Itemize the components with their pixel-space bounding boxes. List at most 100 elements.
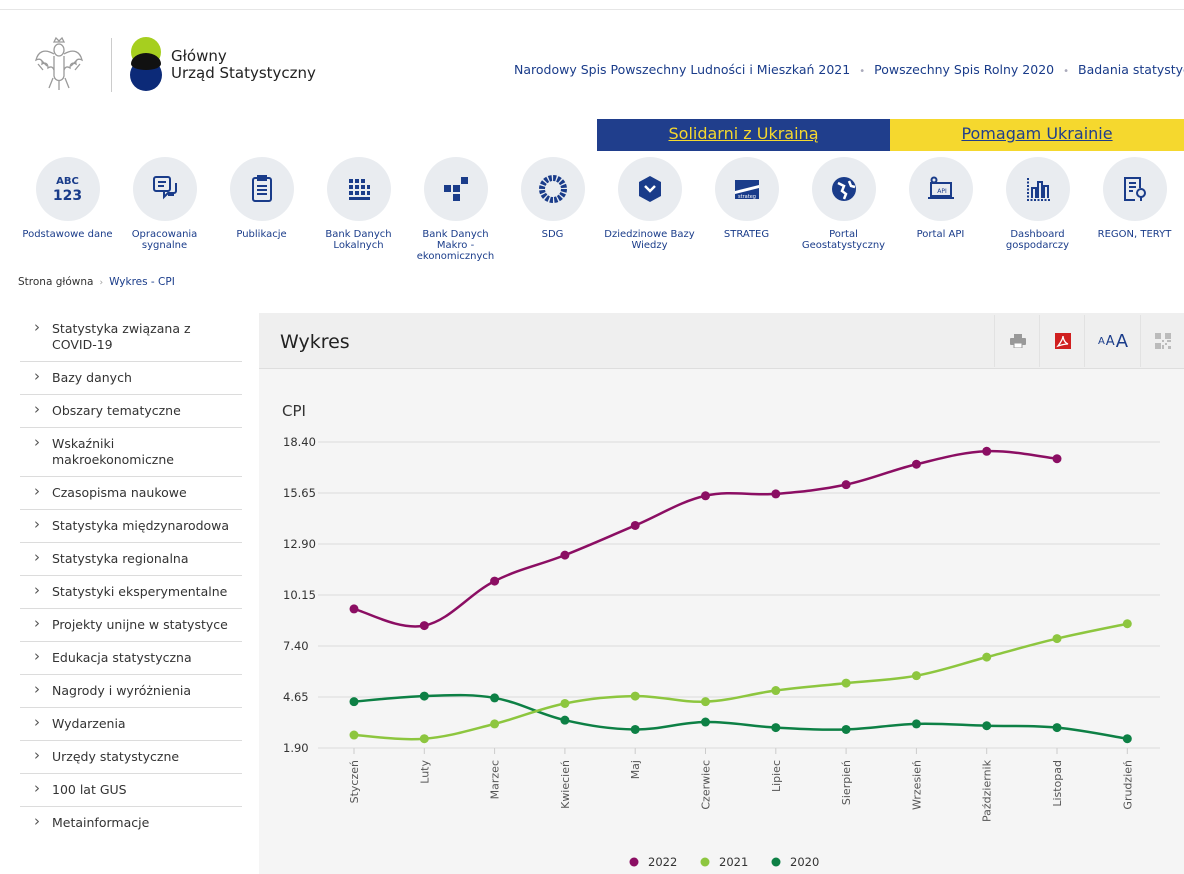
y-tick-label: 18.40: [283, 435, 316, 449]
quick-link-geostat[interactable]: Portal Geostatystyczny: [795, 157, 892, 251]
abc-123-icon: ABC 123: [35, 157, 100, 221]
logo-line1: Główny: [171, 47, 227, 65]
data-point-2020: [349, 697, 359, 707]
quick-link-label: Opracowania sygnalne: [131, 229, 198, 251]
data-point-2021: [560, 698, 570, 708]
gus-logo-text[interactable]: Główny Urząd Statystyczny: [171, 48, 316, 82]
font-size-medium[interactable]: A: [1106, 334, 1115, 349]
sdg-wheel-icon: [520, 157, 585, 221]
quick-link-podstawowe-dane[interactable]: ABC 123 Podstawowe dane: [19, 157, 116, 240]
top-navigation: Narodowy Spis Powszechny Ludności i Mies…: [514, 62, 1184, 77]
sidebar-item-wydarzenia[interactable]: Wydarzenia: [20, 708, 242, 741]
data-point-2021: [982, 652, 992, 662]
x-tick-label: Luty: [418, 760, 431, 784]
sidebar-item-obszary[interactable]: Obszary tematyczne: [20, 395, 242, 428]
x-tick-label: Czerwiec: [700, 760, 713, 810]
quick-link-dashboard[interactable]: Dashboard gospodarczy: [989, 157, 1086, 251]
quick-link-sdg[interactable]: SDG: [504, 157, 601, 240]
x-tick-label: Wrzesień: [910, 760, 923, 810]
sidebar-item-urzedy[interactable]: Urzędy statystyczne: [20, 741, 242, 774]
gus-logo-icon: [130, 37, 162, 91]
quick-link-dbw[interactable]: Dziedzinowe Bazy Wiedzy: [601, 157, 698, 251]
data-point-2021: [841, 678, 851, 688]
pdf-icon: [1054, 333, 1071, 349]
qr-code-icon: [1155, 333, 1171, 349]
data-point-2021: [1122, 619, 1132, 629]
quick-link-bdm[interactable]: Bank Danych Makro - ekonomicznych: [407, 157, 504, 262]
x-tick-label: Marzec: [489, 760, 502, 799]
legend-marker-2020: [771, 857, 781, 867]
quick-link-opracowania[interactable]: Opracowania sygnalne: [116, 157, 213, 251]
sidebar-item-eksperymentalne[interactable]: Statystyki eksperymentalne: [20, 576, 242, 609]
data-point-2021: [911, 671, 921, 681]
print-button[interactable]: [994, 315, 1040, 367]
sidebar-item-regionalna[interactable]: Statystyka regionalna: [20, 543, 242, 576]
data-point-2022: [630, 520, 640, 530]
y-tick-label: 4.65: [283, 690, 309, 704]
quick-link-label: Portal API: [916, 229, 965, 240]
data-point-2021: [771, 686, 781, 696]
quick-link-api[interactable]: API Portal API: [892, 157, 989, 240]
legend-marker-2022: [629, 857, 639, 867]
top-divider: [0, 9, 1184, 10]
font-size-controls: AAA: [1084, 315, 1141, 367]
data-point-2022: [419, 621, 429, 631]
legend-label-2020: 2020: [790, 855, 819, 869]
data-point-2022: [1052, 454, 1062, 464]
chevron-right-icon: ›: [99, 278, 104, 288]
quick-link-strateg[interactable]: strateg STRATEG: [698, 157, 795, 240]
quick-link-label: Bank Danych Makro - ekonomicznych: [416, 229, 495, 262]
x-tick-label: Listopad: [1051, 760, 1064, 807]
sidebar-item-projekty-unijne[interactable]: Projekty unijne w statystyce: [20, 609, 242, 642]
pomagam-link[interactable]: Pomagam Ukrainie: [961, 124, 1112, 143]
sidebar-item-miedzynarodowa[interactable]: Statystyka międzynarodowa: [20, 510, 242, 543]
nav-nsp-2021[interactable]: Narodowy Spis Powszechny Ludności i Mies…: [514, 62, 850, 77]
nav-psr-2020[interactable]: Powszechny Spis Rolny 2020: [874, 62, 1054, 77]
strateg-logo-icon: strateg: [714, 157, 779, 221]
x-tick-label: Sierpień: [840, 760, 853, 805]
series-line-2021: [353, 622, 1128, 741]
data-point-2022: [771, 489, 781, 499]
sidebar-item-czasopisma[interactable]: Czasopisma naukowe: [20, 477, 242, 510]
y-tick-label: 12.90: [283, 537, 316, 551]
printer-icon: [1009, 334, 1026, 348]
sidebar-item-100-lat[interactable]: 100 lat GUS: [20, 774, 242, 807]
quick-link-label: SDG: [541, 229, 564, 240]
x-tick-label: Październik: [981, 759, 994, 822]
y-tick-label: 15.65: [283, 486, 316, 500]
font-size-large[interactable]: A: [1116, 331, 1128, 352]
font-size-small[interactable]: A: [1098, 336, 1105, 347]
solidarni-link[interactable]: Solidarni z Ukrainą: [669, 124, 819, 143]
y-tick-label: 10.15: [283, 588, 316, 602]
data-point-2021: [419, 734, 429, 744]
sidebar-item-bazy-danych[interactable]: Bazy danych: [20, 362, 242, 395]
sidebar-item-covid[interactable]: Statystyka związana z COVID-19: [20, 313, 242, 362]
svg-text:API: API: [937, 188, 947, 195]
sidebar-item-nagrody[interactable]: Nagrody i wyróżnienia: [20, 675, 242, 708]
sidebar-item-metainformacje[interactable]: Metainformacje: [20, 807, 242, 839]
quick-link-regon[interactable]: REGON, TERYT: [1086, 157, 1183, 240]
nav-badania[interactable]: Badania statystyczne: [1078, 62, 1184, 77]
y-tick-label: 1.90: [283, 741, 309, 755]
breadcrumb-home[interactable]: Strona główna: [18, 276, 93, 288]
quick-link-bdl[interactable]: Bank Danych Lokalnych: [310, 157, 407, 251]
sidebar-item-wskazniki[interactable]: Wskaźniki makroekonomiczne: [20, 428, 242, 477]
cpi-line-chart: 1.90 4.65 7.40 10.15 12.90 15.65 18.40 Styczeń…: [283, 435, 1160, 869]
data-point-2021: [490, 719, 500, 729]
quick-link-publikacje[interactable]: Publikacje: [213, 157, 310, 240]
quick-link-label: Portal Geostatystyczny: [801, 229, 886, 251]
x-tick-label: Maj: [629, 760, 642, 779]
chart-title: CPI: [282, 402, 306, 420]
qr-code-button[interactable]: [1140, 315, 1184, 367]
sidebar-item-edukacja[interactable]: Edukacja statystyczna: [20, 642, 242, 675]
quick-link-label: Bank Danych Lokalnych: [325, 229, 392, 251]
pdf-button[interactable]: [1039, 315, 1085, 367]
data-point-2022: [560, 550, 570, 560]
panel-title: Wykres: [280, 331, 350, 353]
solidarni-banner: Solidarni z Ukrainą: [597, 119, 890, 151]
chat-document-icon: [132, 157, 197, 221]
bar-chart-icon: [1005, 157, 1070, 221]
data-point-2020: [1122, 734, 1132, 744]
quick-link-label: Podstawowe dane: [22, 229, 113, 240]
data-point-2022: [841, 480, 851, 490]
